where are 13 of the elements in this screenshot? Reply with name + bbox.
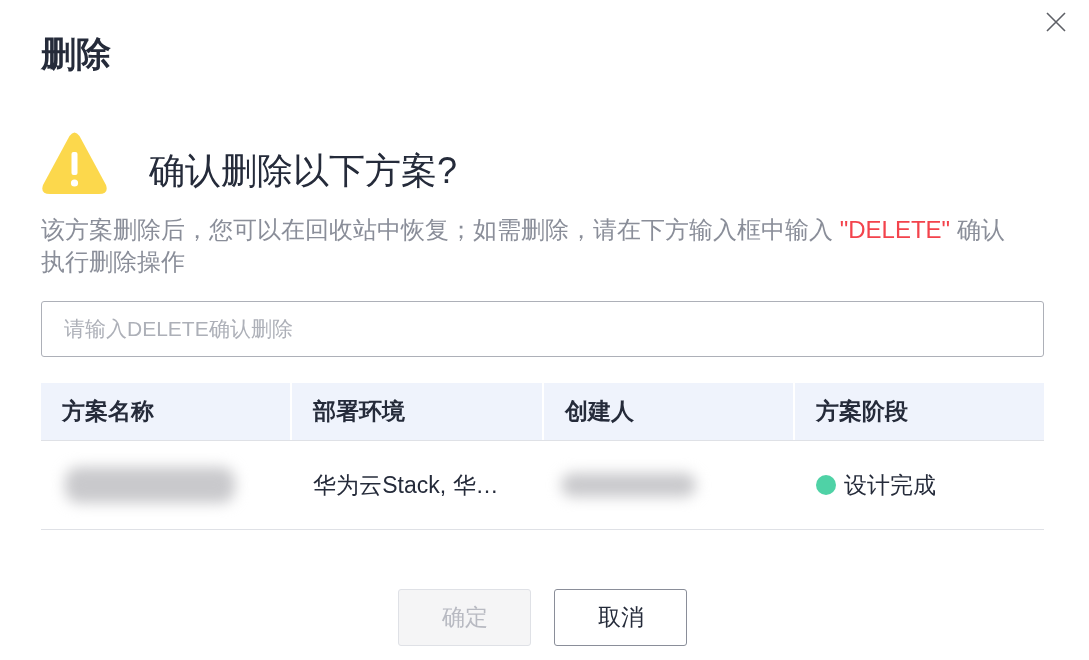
cancel-button[interactable]: 取消	[554, 589, 687, 646]
description-text: 该方案删除后，您可以在回收站中恢复；如需删除，请在下方输入框中输入 "DELETE" 确认执行删除操作	[41, 215, 1006, 277]
warning-icon	[41, 132, 108, 194]
column-header: 方案阶段	[794, 383, 1044, 440]
table-cell-text: 华为云Stack, 华…	[313, 470, 499, 500]
confirm-heading: 确认删除以下方案?	[149, 149, 458, 193]
column-header: 部署环境	[292, 383, 542, 440]
status-text: 设计完成	[843, 470, 936, 500]
column-header: 方案名称	[41, 383, 291, 440]
column-header: 创建人	[543, 383, 793, 440]
input-field[interactable]: 请输入DELETE确认删除	[41, 301, 1044, 357]
close-icon[interactable]	[1046, 12, 1066, 32]
dialog-title: 删除	[41, 33, 111, 75]
